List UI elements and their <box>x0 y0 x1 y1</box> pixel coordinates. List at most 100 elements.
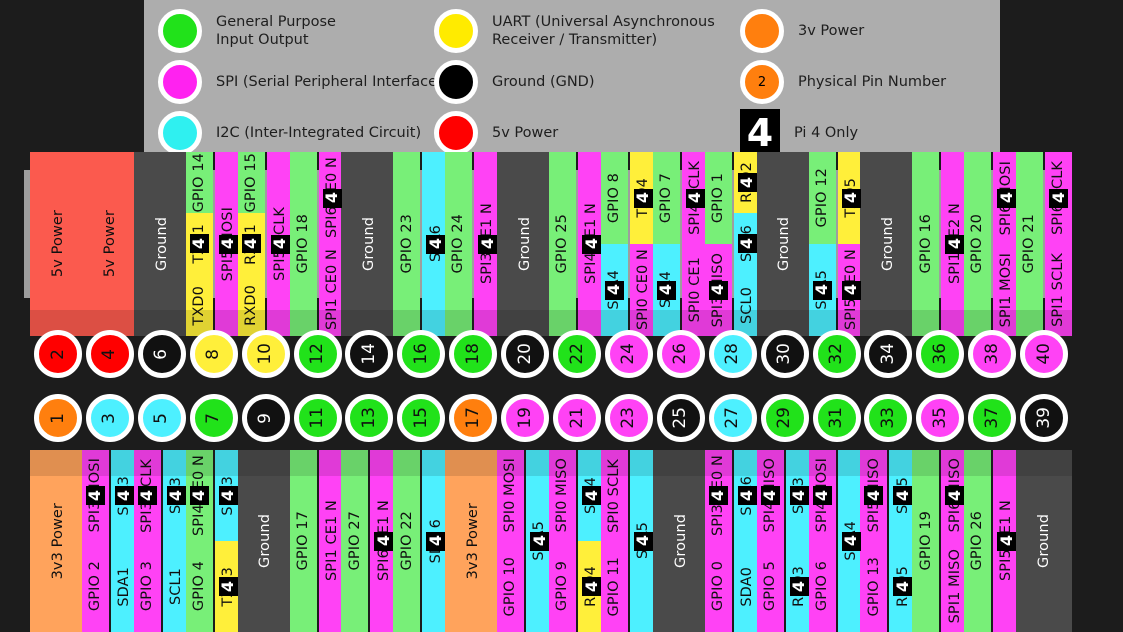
pin-function-label: GPIO 25 <box>549 152 576 336</box>
physical-pin-21[interactable]: 21 <box>553 394 601 442</box>
legend-panel: General Purpose Input Output SPI (Serial P… <box>144 0 1000 157</box>
physical-pin-25[interactable]: 25 <box>656 394 705 442</box>
pin-label-bar: GPIO 8SDA44 <box>600 152 628 336</box>
physical-pin-17[interactable]: 17 <box>449 394 498 442</box>
pin-number-label: 22 <box>566 343 587 365</box>
pin-function-label: TXD14 <box>185 213 213 275</box>
physical-pin-7[interactable]: 7 <box>189 394 238 442</box>
pin-number-label: 9 <box>255 412 276 424</box>
physical-pin-37[interactable]: 37 <box>968 394 1017 442</box>
pin-number-label: 31 <box>826 407 846 429</box>
physical-pin-11[interactable]: 11 <box>293 394 342 442</box>
pin-number-label: 14 <box>358 343 379 365</box>
legend-uart: UART (Universal Asynchronous Receiver / T… <box>434 6 715 56</box>
physical-pin-38[interactable]: 38 <box>968 330 1017 378</box>
physical-pin-20[interactable]: 20 <box>501 330 550 378</box>
physical-pin-2[interactable]: 2 <box>34 330 82 378</box>
physical-pin-10[interactable]: 10 <box>241 330 290 378</box>
pin-function-label: RXD14 <box>237 213 265 275</box>
physical-pin-27[interactable]: 27 <box>708 394 757 442</box>
pin-label-bar: SPI6 SCLK 4 SPI1 SCLK <box>1045 152 1073 336</box>
physical-pin-29[interactable]: 29 <box>760 394 809 442</box>
pi4-only-badge-icon: 4 <box>708 280 728 300</box>
physical-pin-3[interactable]: 3 <box>85 394 134 442</box>
pin-function-label: 5v Power <box>81 152 138 336</box>
physical-pin-14[interactable]: 14 <box>345 330 394 378</box>
legend-3v: 3v Power <box>740 6 864 56</box>
pin-label-bar: Ground <box>341 152 398 336</box>
pin-number-label: 17 <box>462 407 483 429</box>
physical-pin-32[interactable]: 32 <box>812 330 861 378</box>
legend-label: General Purpose Input Output <box>216 13 336 48</box>
pin-label-bar: GPIO 1 SPI3 MISO 4 <box>704 152 732 336</box>
pin-column-40[interactable]: GPIO 21 SPI6 SCLK 4 SPI1 SCLK 40 <box>1014 152 1074 632</box>
physical-pin-35[interactable]: 35 <box>916 394 965 442</box>
pin-labels: GPIO 21 SPI6 SCLK 4 SPI1 SCLK <box>1014 152 1074 336</box>
pin-number-label: 40 <box>1033 343 1054 365</box>
legend-label: Pi 4 Only <box>794 124 859 141</box>
pi4-only-badge-icon: 4 <box>582 486 601 505</box>
legend-color-dot-icon <box>158 111 202 155</box>
physical-pin-8[interactable]: 8 <box>189 330 238 378</box>
pi4-only-badge-icon: 4 <box>322 188 342 208</box>
physical-pin-18[interactable]: 18 <box>449 330 498 378</box>
pi4-only-badge-icon: 4 <box>218 577 238 596</box>
pin-function-label: GPIO 24 <box>445 152 473 336</box>
legend-color-dot-icon <box>740 9 784 53</box>
physical-pin-28[interactable]: 28 <box>708 330 757 378</box>
pi4-only-badge-icon: 4 <box>841 280 861 300</box>
pi4-only-badge-icon: 4 <box>893 577 913 596</box>
physical-pin-40[interactable]: 40 <box>1020 330 1069 378</box>
pin-number-label: 23 <box>618 407 639 429</box>
pin-label-bar: Ground <box>756 152 813 336</box>
pin-number-label: 20 <box>514 343 535 365</box>
pi4-only-badge-icon: 4 <box>582 577 601 596</box>
pi4-only-badge-icon: 4 <box>945 486 965 505</box>
legend-ground: Ground (GND) <box>434 57 595 107</box>
physical-pin-23[interactable]: 23 <box>604 394 653 442</box>
pi4-only-badge-icon: 4 <box>530 531 550 551</box>
pin-label-bar: GPIO 14TXD14TXD0 <box>185 152 213 336</box>
pi4-only-badge-icon: 4 <box>841 531 861 551</box>
pi4-only-badge-icon: 4 <box>812 486 832 505</box>
pi4-only-badge-icon: 4 <box>166 486 186 505</box>
legend-color-dot-icon <box>434 60 478 104</box>
pin-columns-area: 3v3 Power15v Power2SPI3 MOSI4GPIO 2SDA34… <box>0 152 1123 632</box>
pin-function-label: Ground <box>341 152 398 336</box>
physical-pin-12[interactable]: 12 <box>293 330 342 378</box>
pi4-only-badge-icon: 4 <box>737 486 757 505</box>
physical-pin-39[interactable]: 39 <box>1020 394 1069 442</box>
physical-pin-34[interactable]: 34 <box>864 330 913 378</box>
pin-function-label: SDA44 <box>600 244 628 336</box>
legend-label: I2C (Inter-Integrated Circuit) <box>216 124 422 141</box>
pi4-only-badge-icon: 4 <box>604 280 624 300</box>
physical-pin-1[interactable]: 1 <box>34 394 82 442</box>
physical-pin-22[interactable]: 22 <box>553 330 601 378</box>
physical-pin-30[interactable]: 30 <box>760 330 809 378</box>
physical-pin-24[interactable]: 24 <box>604 330 653 378</box>
physical-pin-16[interactable]: 16 <box>397 330 446 378</box>
physical-pin-6[interactable]: 6 <box>137 330 186 378</box>
physical-pin-19[interactable]: 19 <box>501 394 550 442</box>
pi4-only-badge-icon: 4 <box>760 486 780 505</box>
pi4-only-badge-icon: 4 <box>841 188 861 208</box>
pin-number-label: 15 <box>410 407 431 429</box>
physical-pin-26[interactable]: 26 <box>656 330 705 378</box>
pi4-only-badge-icon: 4 <box>656 280 676 300</box>
pin-function-label: 5v Power <box>30 152 86 336</box>
pin-function-label: Ground <box>497 152 554 336</box>
physical-pin-31[interactable]: 31 <box>812 394 861 442</box>
pi4-only-badge-icon: 4 <box>789 486 809 505</box>
pin-function-label: GPIO 15 <box>237 152 265 214</box>
pi4-only-badge-icon: 4 <box>945 234 965 254</box>
pin-number-label: 24 <box>618 343 639 365</box>
physical-pin-36[interactable]: 36 <box>916 330 965 378</box>
physical-pin-15[interactable]: 15 <box>397 394 446 442</box>
pin-number-label: 37 <box>981 407 1002 429</box>
physical-pin-4[interactable]: 4 <box>85 330 134 378</box>
physical-pin-9[interactable]: 9 <box>241 394 290 442</box>
pin-function-label: RXD0 <box>237 274 265 336</box>
physical-pin-5[interactable]: 5 <box>137 394 186 442</box>
legend-label: 5v Power <box>492 124 559 141</box>
pin-function-label: GPIO 14 <box>185 152 213 214</box>
